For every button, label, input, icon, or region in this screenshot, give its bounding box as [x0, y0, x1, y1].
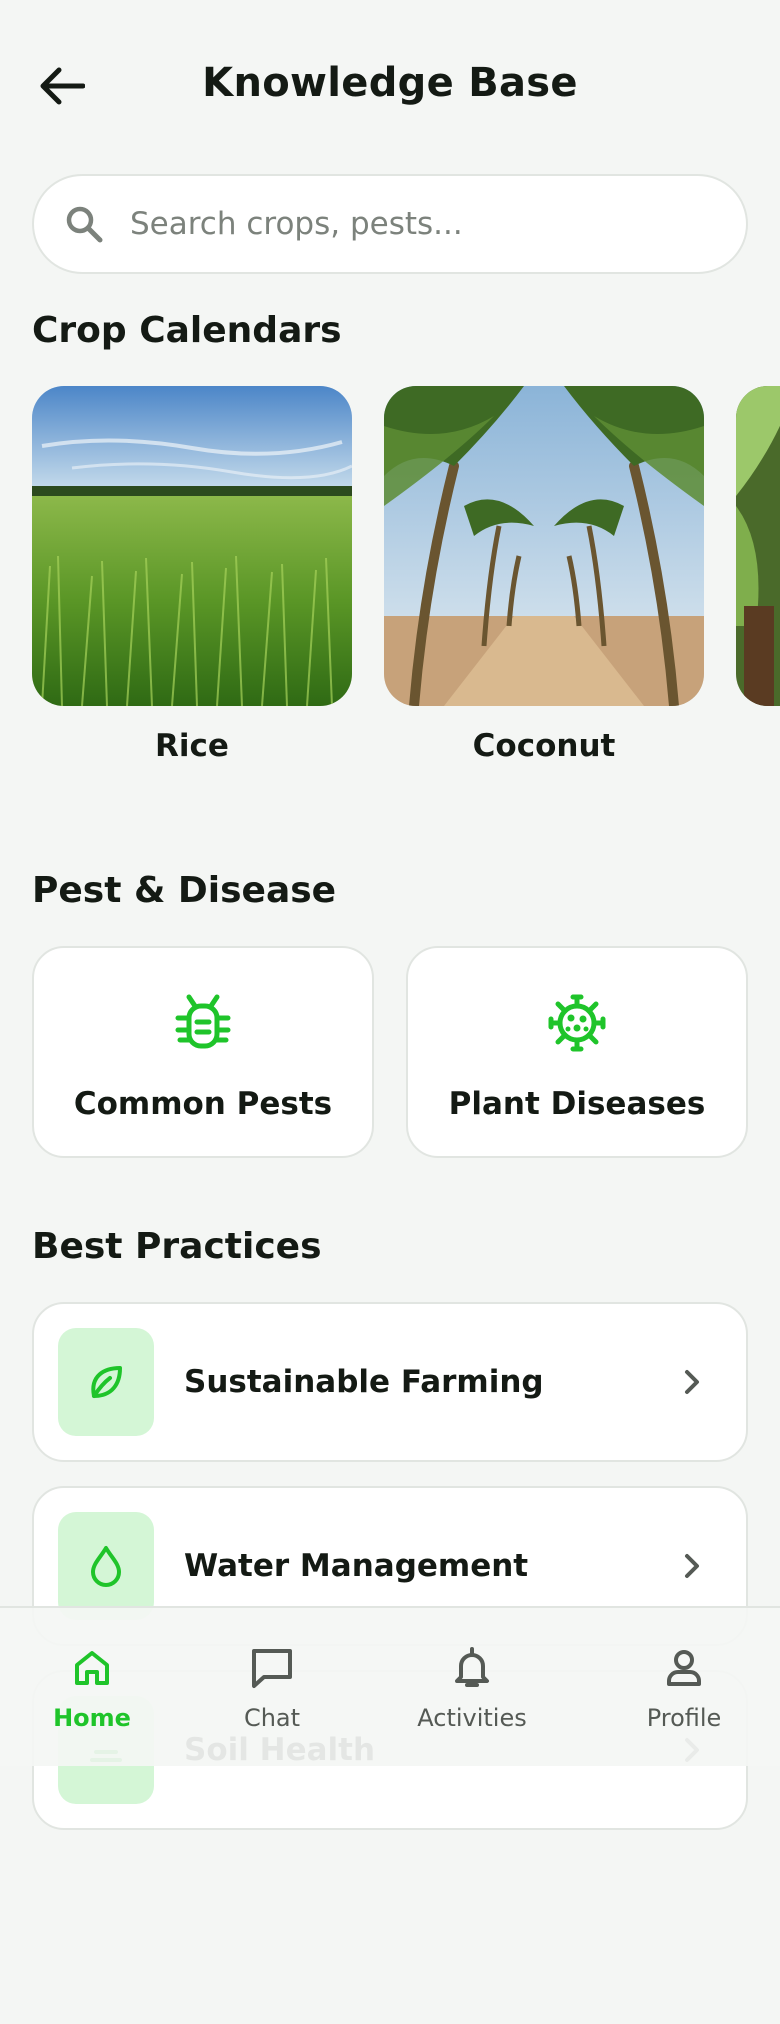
crop-card-coconut[interactable]: Coconut — [384, 386, 704, 764]
pest-card-label: Common Pests — [73, 1086, 333, 1122]
nav-item-home[interactable]: Home — [12, 1644, 172, 1732]
chevron-right-icon — [672, 1546, 712, 1586]
banana-plant-photo — [736, 386, 780, 706]
pest-disease-heading: Pest & Disease — [32, 870, 337, 911]
nav-item-chat[interactable]: Chat — [192, 1644, 352, 1732]
coconut-grove-photo — [384, 386, 704, 706]
nav-item-activities[interactable]: Activities — [392, 1644, 552, 1732]
crop-calendars-heading: Crop Calendars — [32, 310, 342, 351]
search-input[interactable] — [130, 206, 690, 242]
bug-icon — [175, 994, 231, 1049]
chevron-right-icon — [672, 1362, 712, 1402]
water-drop-icon — [58, 1512, 154, 1620]
nav-label: Chat — [243, 1704, 301, 1732]
page-title: Knowledge Base — [202, 60, 578, 106]
common-pests-card[interactable]: Common Pests — [32, 946, 374, 1158]
crop-label: Rice — [155, 728, 229, 764]
virus-icon — [548, 994, 606, 1052]
chat-icon — [192, 1644, 352, 1692]
crop-card-banana[interactable] — [736, 386, 780, 728]
practice-label: Sustainable Farming — [184, 1364, 544, 1400]
bottom-nav: Home Chat Activities Profile — [0, 1606, 780, 1766]
header: Knowledge Base — [0, 0, 780, 175]
crop-label: Coconut — [472, 728, 616, 764]
crop-card-rice[interactable]: Rice — [32, 386, 352, 764]
home-icon — [12, 1644, 172, 1692]
rice-field-photo — [32, 386, 352, 706]
search-bar[interactable] — [32, 174, 748, 274]
leaf-icon — [58, 1328, 154, 1436]
nav-item-profile[interactable]: Profile — [604, 1644, 764, 1732]
pest-card-label: Plant Diseases — [448, 1086, 706, 1122]
nav-label: Activities — [417, 1704, 527, 1732]
user-icon — [604, 1644, 764, 1692]
nav-label: Profile — [646, 1704, 722, 1732]
practice-item-sustainable-farming[interactable]: Sustainable Farming — [32, 1302, 748, 1462]
nav-label: Home — [53, 1704, 131, 1732]
search-icon — [62, 202, 106, 246]
plant-diseases-card[interactable]: Plant Diseases — [406, 946, 748, 1158]
bell-icon — [392, 1644, 552, 1692]
best-practices-heading: Best Practices — [32, 1226, 322, 1267]
